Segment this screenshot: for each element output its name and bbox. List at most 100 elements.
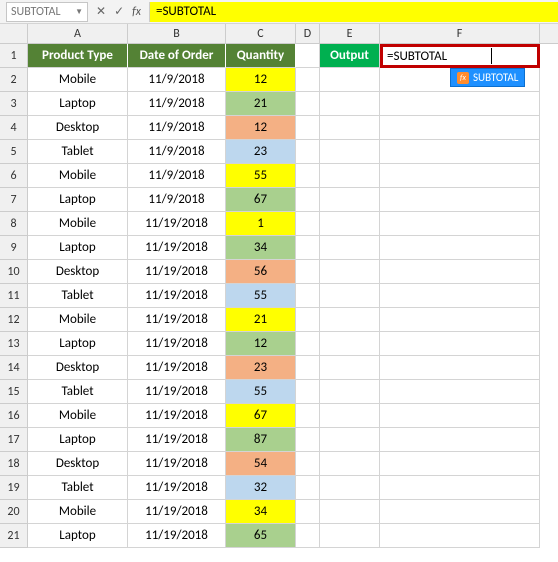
cell-B2[interactable]: 11/9/2018 bbox=[128, 68, 226, 92]
cell-B11[interactable]: 11/19/2018 bbox=[128, 284, 226, 308]
row-header[interactable]: 5 bbox=[0, 140, 28, 164]
cell-B19[interactable]: 11/19/2018 bbox=[128, 476, 226, 500]
cell-C7[interactable]: 67 bbox=[226, 188, 296, 212]
cell-E14[interactable] bbox=[320, 356, 380, 380]
row-header[interactable]: 14 bbox=[0, 356, 28, 380]
row-header[interactable]: 21 bbox=[0, 524, 28, 548]
cell-F3[interactable] bbox=[380, 92, 540, 116]
cell-B7[interactable]: 11/9/2018 bbox=[128, 188, 226, 212]
cell-D21[interactable] bbox=[296, 524, 320, 548]
cell-A4[interactable]: Desktop bbox=[28, 116, 128, 140]
cell-B6[interactable]: 11/9/2018 bbox=[128, 164, 226, 188]
cell-E21[interactable] bbox=[320, 524, 380, 548]
cell-C10[interactable]: 56 bbox=[226, 260, 296, 284]
cell-E19[interactable] bbox=[320, 476, 380, 500]
cell-D4[interactable] bbox=[296, 116, 320, 140]
cell-A8[interactable]: Mobile bbox=[28, 212, 128, 236]
cell-D12[interactable] bbox=[296, 308, 320, 332]
cell-E11[interactable] bbox=[320, 284, 380, 308]
cell-C8[interactable]: 1 bbox=[226, 212, 296, 236]
cell-F10[interactable] bbox=[380, 260, 540, 284]
cell-A9[interactable]: Laptop bbox=[28, 236, 128, 260]
cell-E17[interactable] bbox=[320, 428, 380, 452]
cell-E8[interactable] bbox=[320, 212, 380, 236]
formula-input[interactable]: =SUBTOTAL bbox=[149, 2, 558, 22]
cell-B9[interactable]: 11/19/2018 bbox=[128, 236, 226, 260]
cell-A14[interactable]: Desktop bbox=[28, 356, 128, 380]
cell-F20[interactable] bbox=[380, 500, 540, 524]
col-header-C[interactable]: C bbox=[226, 24, 296, 43]
cell-E15[interactable] bbox=[320, 380, 380, 404]
cell-B15[interactable]: 11/19/2018 bbox=[128, 380, 226, 404]
cell-D7[interactable] bbox=[296, 188, 320, 212]
row-header[interactable]: 4 bbox=[0, 116, 28, 140]
cell-D1[interactable] bbox=[296, 44, 320, 68]
cell-F21[interactable] bbox=[380, 524, 540, 548]
cell-F9[interactable] bbox=[380, 236, 540, 260]
cell-E7[interactable] bbox=[320, 188, 380, 212]
row-header[interactable]: 9 bbox=[0, 236, 28, 260]
select-all-corner[interactable] bbox=[0, 24, 28, 43]
cell-B21[interactable]: 11/19/2018 bbox=[128, 524, 226, 548]
cell-F19[interactable] bbox=[380, 476, 540, 500]
row-header[interactable]: 3 bbox=[0, 92, 28, 116]
cell-F16[interactable] bbox=[380, 404, 540, 428]
cell-B13[interactable]: 11/19/2018 bbox=[128, 332, 226, 356]
cell-C12[interactable]: 21 bbox=[226, 308, 296, 332]
cell-D20[interactable] bbox=[296, 500, 320, 524]
name-box[interactable]: SUBTOTAL ▼ bbox=[6, 2, 88, 22]
row-header[interactable]: 1 bbox=[0, 44, 28, 68]
cell-F11[interactable] bbox=[380, 284, 540, 308]
cell-A18[interactable]: Desktop bbox=[28, 452, 128, 476]
cell-F1-active[interactable]: =SUBTOTAL bbox=[380, 44, 540, 68]
cell-C15[interactable]: 55 bbox=[226, 380, 296, 404]
cell-B8[interactable]: 11/19/2018 bbox=[128, 212, 226, 236]
cell-A17[interactable]: Laptop bbox=[28, 428, 128, 452]
cell-C19[interactable]: 32 bbox=[226, 476, 296, 500]
row-header[interactable]: 11 bbox=[0, 284, 28, 308]
confirm-icon[interactable]: ✓ bbox=[114, 4, 124, 19]
cell-C21[interactable]: 65 bbox=[226, 524, 296, 548]
cancel-icon[interactable]: ✕ bbox=[96, 4, 106, 19]
cell-E12[interactable] bbox=[320, 308, 380, 332]
cell-B1[interactable]: Date of Order bbox=[128, 44, 226, 68]
cell-C18[interactable]: 54 bbox=[226, 452, 296, 476]
cell-C9[interactable]: 34 bbox=[226, 236, 296, 260]
cell-A21[interactable]: Laptop bbox=[28, 524, 128, 548]
cell-E20[interactable] bbox=[320, 500, 380, 524]
cell-A5[interactable]: Tablet bbox=[28, 140, 128, 164]
cell-F14[interactable] bbox=[380, 356, 540, 380]
cell-D13[interactable] bbox=[296, 332, 320, 356]
cell-C5[interactable]: 23 bbox=[226, 140, 296, 164]
cell-E9[interactable] bbox=[320, 236, 380, 260]
cell-D15[interactable] bbox=[296, 380, 320, 404]
cell-D8[interactable] bbox=[296, 212, 320, 236]
cell-E5[interactable] bbox=[320, 140, 380, 164]
cell-E3[interactable] bbox=[320, 92, 380, 116]
cell-B10[interactable]: 11/19/2018 bbox=[128, 260, 226, 284]
cell-D16[interactable] bbox=[296, 404, 320, 428]
cell-C2[interactable]: 12 bbox=[226, 68, 296, 92]
cell-F6[interactable] bbox=[380, 164, 540, 188]
row-header[interactable]: 2 bbox=[0, 68, 28, 92]
cell-B20[interactable]: 11/19/2018 bbox=[128, 500, 226, 524]
col-header-E[interactable]: E bbox=[320, 24, 380, 43]
cell-F18[interactable] bbox=[380, 452, 540, 476]
cell-D3[interactable] bbox=[296, 92, 320, 116]
cell-A15[interactable]: Tablet bbox=[28, 380, 128, 404]
cell-F8[interactable] bbox=[380, 212, 540, 236]
row-header[interactable]: 7 bbox=[0, 188, 28, 212]
row-header[interactable]: 20 bbox=[0, 500, 28, 524]
row-header[interactable]: 8 bbox=[0, 212, 28, 236]
cell-D2[interactable] bbox=[296, 68, 320, 92]
row-header[interactable]: 6 bbox=[0, 164, 28, 188]
cell-A12[interactable]: Mobile bbox=[28, 308, 128, 332]
cell-A7[interactable]: Laptop bbox=[28, 188, 128, 212]
cell-A19[interactable]: Tablet bbox=[28, 476, 128, 500]
cell-B4[interactable]: 11/9/2018 bbox=[128, 116, 226, 140]
cell-F4[interactable] bbox=[380, 116, 540, 140]
cell-E10[interactable] bbox=[320, 260, 380, 284]
cell-C17[interactable]: 87 bbox=[226, 428, 296, 452]
cell-B16[interactable]: 11/19/2018 bbox=[128, 404, 226, 428]
row-header[interactable]: 13 bbox=[0, 332, 28, 356]
